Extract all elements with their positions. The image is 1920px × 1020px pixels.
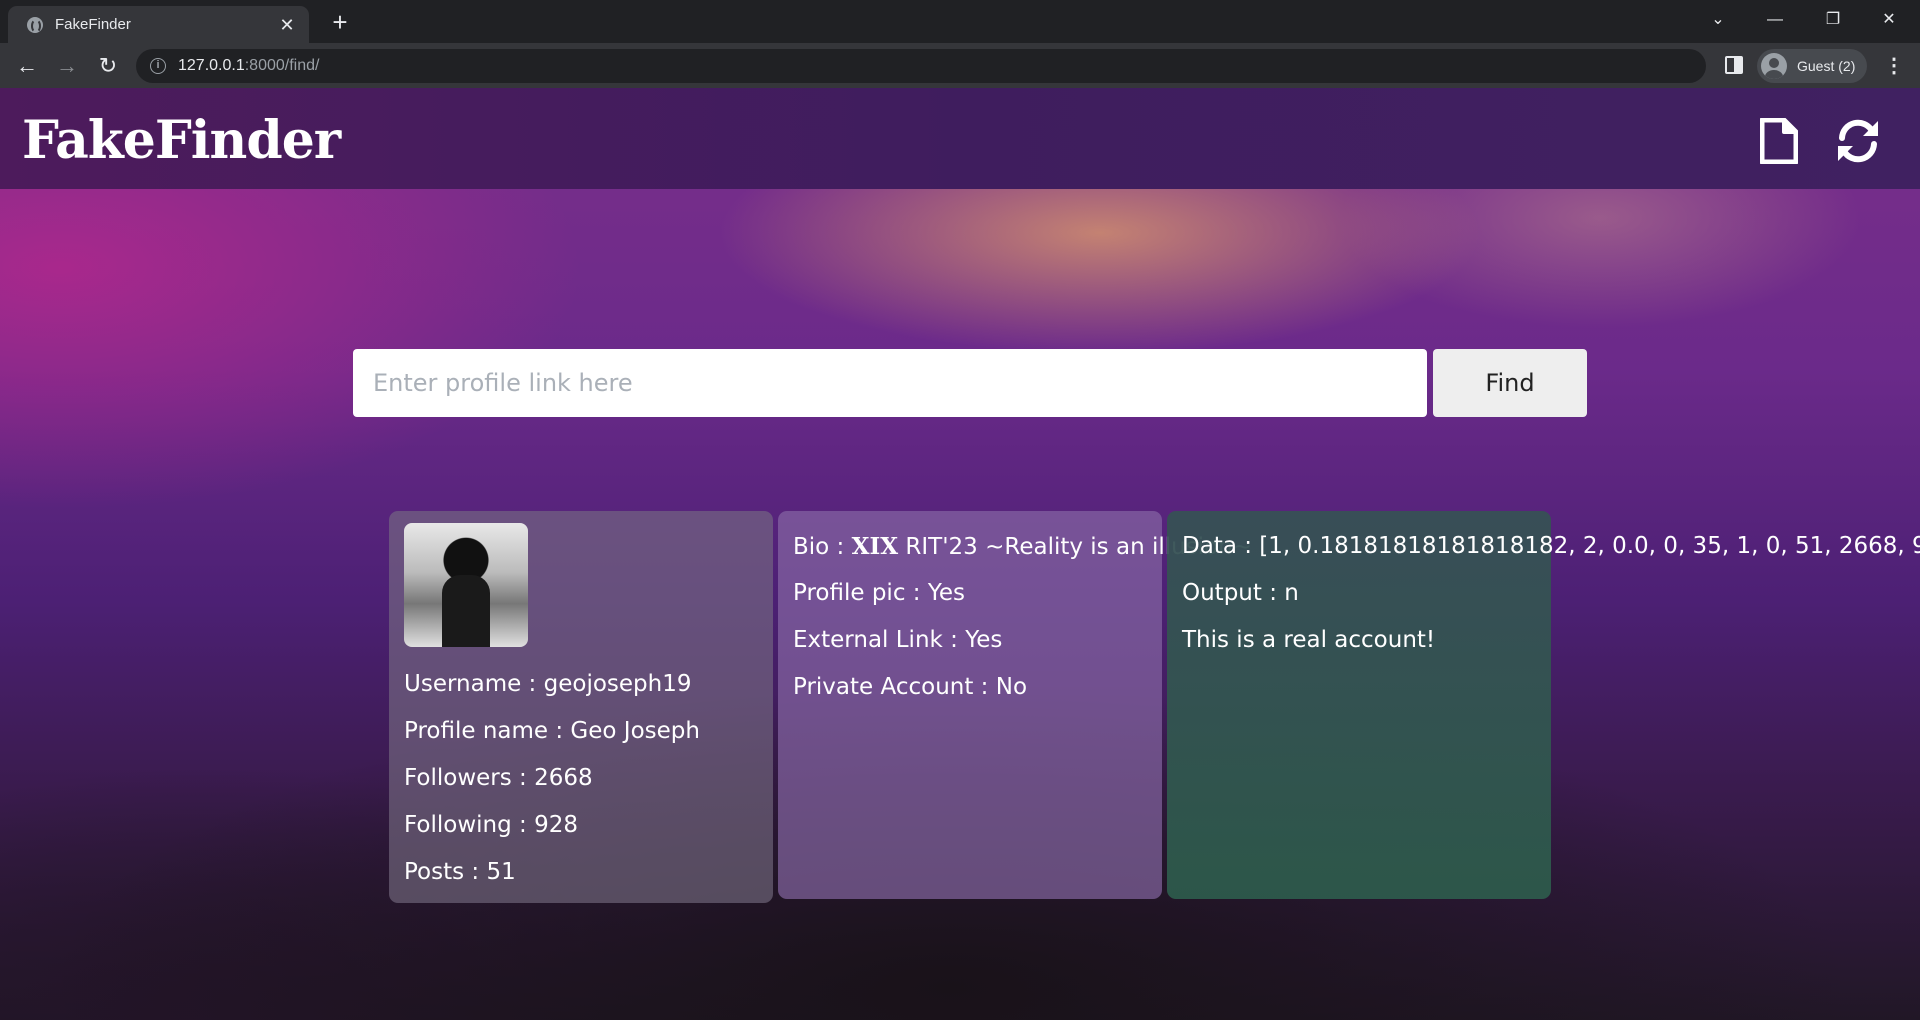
side-panel-icon[interactable]	[1725, 56, 1743, 74]
refresh-icon[interactable]	[1834, 118, 1882, 164]
globe-icon	[27, 17, 43, 33]
url-path: :8000/find/	[244, 57, 320, 74]
guest-avatar-icon	[1761, 53, 1787, 79]
bio-bold: XIX	[851, 533, 899, 560]
close-tab-icon[interactable]: ✕	[277, 15, 297, 35]
document-icon[interactable]	[1760, 118, 1798, 164]
bio-card: Bio : XIX RIT'23 ~Reality is an illusion…	[778, 511, 1252, 899]
url-text: 127.0.0.1:8000/find/	[178, 57, 319, 75]
tab-search-icon[interactable]: ⌄	[1695, 5, 1741, 35]
site-header: FakeFinder	[0, 88, 1920, 189]
reload-icon[interactable]: ↻	[93, 51, 123, 81]
close-window-icon[interactable]: ✕	[1866, 5, 1912, 35]
tab-title: FakeFinder	[55, 16, 131, 33]
browser-tab[interactable]: FakeFinder ✕	[8, 6, 309, 43]
verdict-text: This is a real account!	[1182, 627, 1436, 653]
followers-text: Followers : 2668	[404, 765, 593, 791]
new-tab-icon[interactable]: +	[326, 8, 354, 36]
minimize-icon[interactable]: —	[1752, 5, 1798, 35]
forward-icon[interactable]: →	[52, 51, 82, 81]
profile-name-text: Profile name : Geo Joseph	[404, 718, 700, 744]
address-bar[interactable]: i 127.0.0.1:8000/find/	[136, 49, 1706, 83]
posts-text: Posts : 51	[404, 859, 516, 885]
result-card: Data : [1, 0.18181818181818182, 2, 0.0, …	[1167, 511, 1920, 899]
find-button[interactable]: Find	[1433, 349, 1587, 417]
url-host: 127.0.0.1	[178, 57, 245, 74]
more-menu-icon[interactable]: ⋮	[1884, 54, 1904, 78]
back-icon[interactable]: ←	[12, 51, 42, 81]
bio-prefix: Bio :	[793, 534, 852, 560]
info-icon[interactable]: i	[150, 58, 166, 74]
bio-text: Bio : XIX RIT'23 ~Reality is an illusion…	[793, 523, 1252, 570]
restore-icon[interactable]: ❐	[1810, 5, 1856, 35]
page-content: FakeFinder Find Username : geojoseph19 P…	[0, 88, 1920, 1020]
following-text: Following : 928	[404, 812, 578, 838]
site-brand[interactable]: FakeFinder	[22, 110, 341, 171]
private-account-text: Private Account : No	[793, 674, 1028, 700]
external-link-text: External Link : Yes	[793, 627, 1003, 653]
profile-link-input[interactable]	[353, 349, 1427, 417]
profile-pic-text: Profile pic : Yes	[793, 580, 965, 606]
data-vector-text: Data : [1, 0.18181818181818182, 2, 0.0, …	[1182, 533, 1920, 559]
profile-button[interactable]: Guest (2)	[1757, 49, 1867, 83]
username-text: Username : geojoseph19	[404, 671, 692, 697]
browser-toolbar: ← → ↻ i 127.0.0.1:8000/find/ Guest (2) ⋮	[0, 43, 1920, 88]
browser-tabstrip: FakeFinder ✕ + ⌄ — ❐ ✕	[0, 0, 1920, 43]
output-text: Output : n	[1182, 580, 1299, 606]
profile-label: Guest (2)	[1797, 58, 1856, 74]
profile-card: Username : geojoseph19 Profile name : Ge…	[389, 511, 773, 903]
profile-picture	[404, 523, 528, 647]
